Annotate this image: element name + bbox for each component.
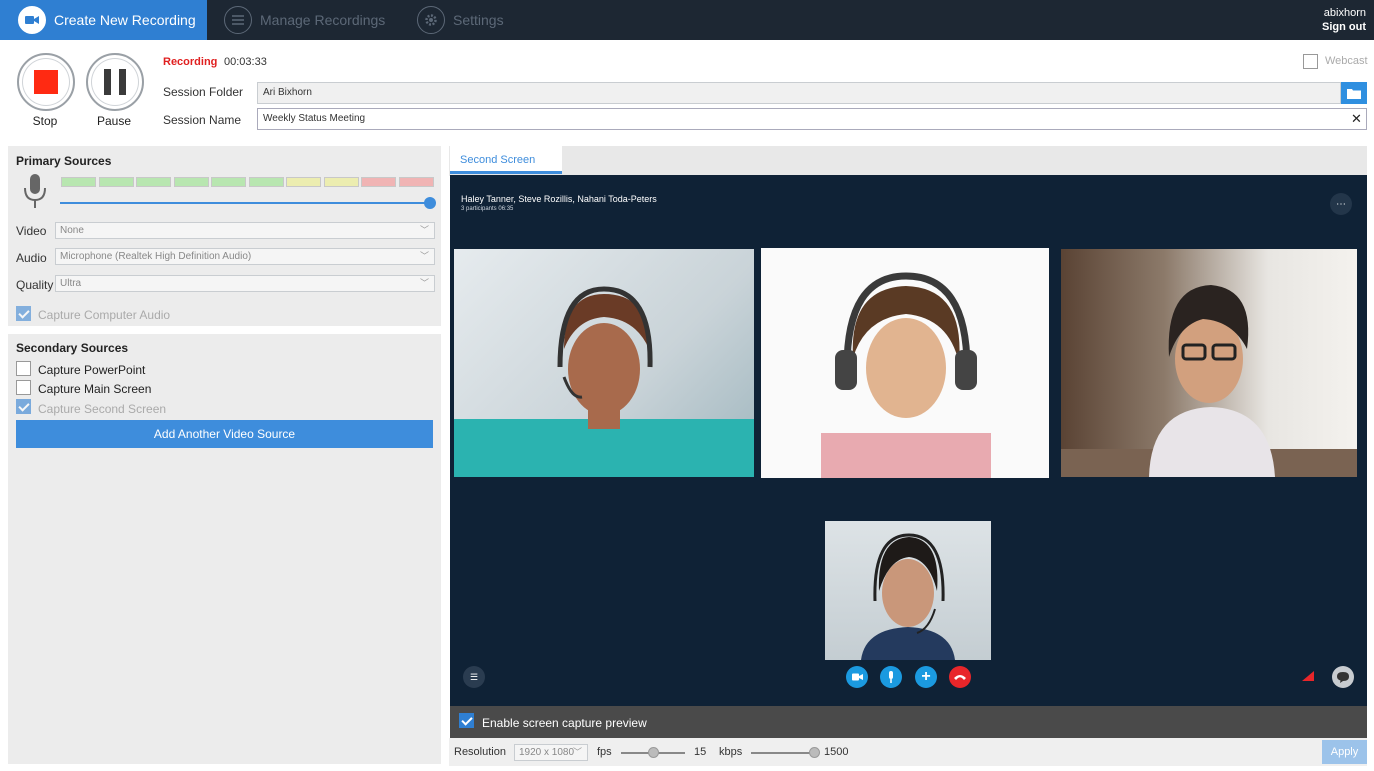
capture-second-screen-checkbox[interactable] [16, 399, 31, 414]
user-info: abixhorn Sign out [1322, 6, 1366, 34]
chevron-down-icon: ﹀ [572, 747, 582, 757]
more-options-icon[interactable]: ⋯ [1330, 193, 1352, 215]
quality-select[interactable]: Ultra ﹀ [55, 275, 435, 292]
tab-second-screen-label: Second Screen [460, 154, 536, 166]
audio-meter-segment [211, 177, 246, 187]
audio-meter-segment [173, 177, 209, 187]
enable-preview-label: Enable screen capture preview [482, 716, 647, 730]
folder-browse-button[interactable] [1341, 82, 1367, 104]
audio-meter-segment [323, 177, 359, 187]
audio-meter-segment [61, 177, 96, 187]
tab-settings[interactable]: Settings [417, 0, 504, 40]
primary-sources-title: Primary Sources [16, 154, 112, 168]
secondary-sources-title: Secondary Sources [16, 341, 129, 355]
chevron-down-icon: ﹀ [419, 278, 429, 288]
fps-slider-thumb[interactable] [648, 747, 659, 758]
session-name-field[interactable]: Weekly Status Meeting [257, 108, 1367, 130]
secondary-sources-panel [8, 334, 441, 764]
video-label: Video [16, 224, 47, 238]
pause-label: Pause [96, 114, 132, 128]
preview-tabbar [449, 146, 1367, 176]
stop-icon [34, 70, 58, 94]
folder-icon [1347, 88, 1361, 99]
audio-select[interactable]: Microphone (Realtek High Definition Audi… [55, 248, 435, 265]
microphone-icon [24, 174, 46, 208]
clear-icon[interactable]: ✕ [1351, 111, 1362, 127]
gear-icon [417, 6, 445, 34]
fps-value: 15 [694, 746, 707, 758]
kbps-label: kbps [719, 746, 743, 758]
audio-meter-segment [248, 177, 284, 187]
capture-computer-audio-checkbox[interactable] [16, 306, 31, 321]
resolution-value: 1920 x 1080 [519, 747, 575, 758]
fps-label: fps [597, 746, 612, 758]
call-participants: Haley Tanner, Steve Rozillis, Nahani Tod… [461, 194, 657, 204]
volume-slider-track[interactable] [60, 202, 432, 204]
quality-label: Quality [16, 278, 54, 292]
volume-slider-thumb[interactable] [424, 197, 436, 209]
tab-label: Manage Recordings [260, 12, 386, 28]
participant-video-3 [1061, 249, 1357, 477]
capture-main-screen-checkbox[interactable] [16, 380, 31, 395]
capture-main-screen-label: Capture Main Screen [38, 382, 152, 396]
video-camera-icon [18, 6, 46, 34]
tab-manage-recordings[interactable]: Manage Recordings [224, 0, 385, 40]
resolution-label: Resolution [454, 746, 506, 758]
participant-video-4 [825, 521, 991, 660]
capture-powerpoint-checkbox[interactable] [16, 361, 31, 376]
video-value: None [60, 225, 84, 236]
audio-meter-segment [136, 177, 171, 187]
kbps-slider-thumb[interactable] [809, 747, 820, 758]
tab-label: Create New Recording [54, 12, 196, 28]
webcast-checkbox[interactable] [1303, 54, 1318, 69]
screen-capture-preview: Haley Tanner, Steve Rozillis, Nahani Tod… [450, 175, 1367, 706]
signal-strength-icon [1302, 671, 1314, 681]
session-folder-label: Session Folder [163, 85, 244, 99]
mic-toggle-icon[interactable] [880, 666, 902, 688]
tab-second-screen[interactable]: Second Screen [450, 146, 562, 174]
username: abixhorn [1323, 7, 1366, 19]
video-select[interactable]: None ﹀ [55, 222, 435, 239]
add-video-source-button[interactable]: Add Another Video Source [16, 420, 433, 448]
session-name-label: Session Name [163, 113, 242, 127]
video-toggle-icon[interactable] [846, 666, 868, 688]
audio-meter-segment [98, 177, 134, 187]
audio-value: Microphone (Realtek High Definition Audi… [60, 251, 252, 262]
resolution-select[interactable]: 1920 x 1080 ﹀ [514, 744, 588, 761]
add-participant-icon[interactable]: + [915, 666, 937, 688]
kbps-slider-track[interactable] [751, 752, 817, 754]
participant-video-1 [454, 249, 754, 477]
chevron-down-icon: ﹀ [419, 251, 429, 261]
tab-label: Settings [453, 12, 504, 28]
sign-out-link[interactable]: Sign out [1322, 20, 1366, 34]
pause-icon [104, 69, 126, 95]
pause-button[interactable] [86, 53, 144, 111]
stop-button[interactable] [17, 53, 75, 111]
chevron-down-icon: ﹀ [419, 225, 429, 235]
audio-meter-segment [398, 177, 434, 187]
enable-preview-checkbox[interactable] [459, 713, 474, 728]
capture-computer-audio-label: Capture Computer Audio [38, 308, 171, 322]
capture-powerpoint-label: Capture PowerPoint [38, 363, 146, 377]
list-icon [224, 6, 252, 34]
recording-timer: 00:03:33 [224, 56, 267, 68]
stop-label: Stop [32, 114, 58, 128]
kbps-value: 1500 [824, 746, 849, 758]
quality-value: Ultra [60, 278, 82, 289]
participant-video-2 [761, 248, 1049, 478]
webcast-label: Webcast [1325, 55, 1368, 67]
audio-meter-segment [286, 177, 321, 187]
audio-meter-segment [361, 177, 396, 187]
hang-up-icon[interactable] [949, 666, 971, 688]
capture-second-screen-label: Capture Second Screen [38, 402, 167, 416]
top-bar: Create New Recording Manage Recordings S… [0, 0, 1374, 40]
audio-label: Audio [16, 251, 47, 265]
apply-button[interactable]: Apply [1322, 740, 1367, 764]
tab-create-new-recording[interactable]: Create New Recording [0, 0, 207, 40]
recording-status: Recording [163, 56, 218, 68]
participant-list-icon[interactable]: ☰ [463, 666, 485, 688]
call-info: 3 participants 06:35 [461, 206, 514, 212]
chat-icon[interactable] [1332, 666, 1354, 688]
session-folder-field[interactable]: Ari Bixhorn [257, 82, 1341, 104]
